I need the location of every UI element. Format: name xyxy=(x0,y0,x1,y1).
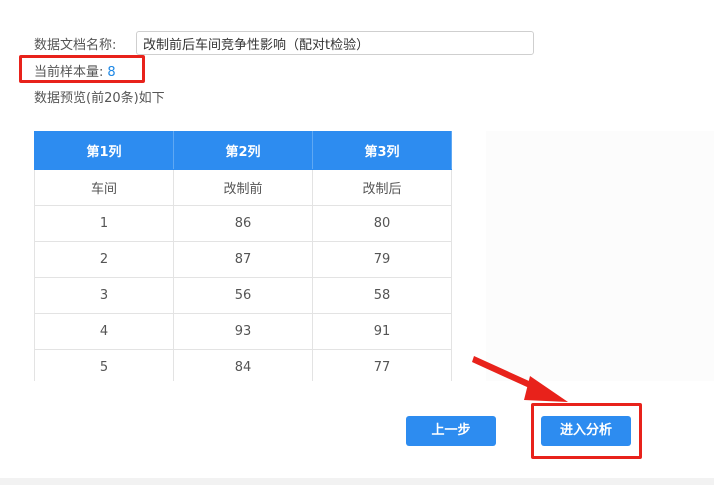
table-area-background xyxy=(486,131,714,381)
table-cell: 4 xyxy=(34,313,174,350)
table-row: 5 84 77 xyxy=(34,349,452,381)
preview-label: 数据预览(前20条)如下 xyxy=(34,91,165,106)
table-row: 4 93 91 xyxy=(34,313,452,350)
bottom-divider xyxy=(0,478,714,485)
table-cell: 3 xyxy=(34,277,174,314)
table-cell: 车间 xyxy=(34,169,174,206)
table-cell: 56 xyxy=(173,277,313,314)
column-header[interactable]: 第1列 xyxy=(34,131,174,170)
table-cell: 87 xyxy=(173,241,313,278)
table-row: 1 86 80 xyxy=(34,205,452,242)
document-name-label: 数据文档名称: xyxy=(34,38,117,53)
data-preview-table: 第1列 第2列 第3列 车间 改制前 改制后 1 86 80 2 87 79 3… xyxy=(34,131,452,381)
table-row: 车间 改制前 改制后 xyxy=(34,169,452,206)
red-arrow-icon xyxy=(472,356,568,402)
data-preview-area: 第1列 第2列 第3列 车间 改制前 改制后 1 86 80 2 87 79 3… xyxy=(34,131,714,381)
document-name-input[interactable] xyxy=(136,31,534,55)
table-cell: 1 xyxy=(34,205,174,242)
table-cell: 改制前 xyxy=(173,169,313,206)
table-cell: 79 xyxy=(312,241,452,278)
table-cell: 91 xyxy=(312,313,452,350)
sample-size-highlight-box xyxy=(19,55,145,83)
table-cell: 86 xyxy=(173,205,313,242)
column-header[interactable]: 第2列 xyxy=(173,131,313,170)
table-row: 3 56 58 xyxy=(34,277,452,314)
table-cell: 2 xyxy=(34,241,174,278)
table-cell: 改制后 xyxy=(312,169,452,206)
table-cell: 80 xyxy=(312,205,452,242)
table-cell: 58 xyxy=(312,277,452,314)
table-header-row: 第1列 第2列 第3列 xyxy=(34,131,452,170)
column-header[interactable]: 第3列 xyxy=(312,131,452,170)
enter-analysis-highlight-box xyxy=(531,403,642,459)
previous-step-button[interactable]: 上一步 xyxy=(406,416,496,446)
table-cell: 93 xyxy=(173,313,313,350)
table-cell: 5 xyxy=(34,349,174,381)
table-cell: 84 xyxy=(173,349,313,381)
table-row: 2 87 79 xyxy=(34,241,452,278)
table-cell: 77 xyxy=(312,349,452,381)
